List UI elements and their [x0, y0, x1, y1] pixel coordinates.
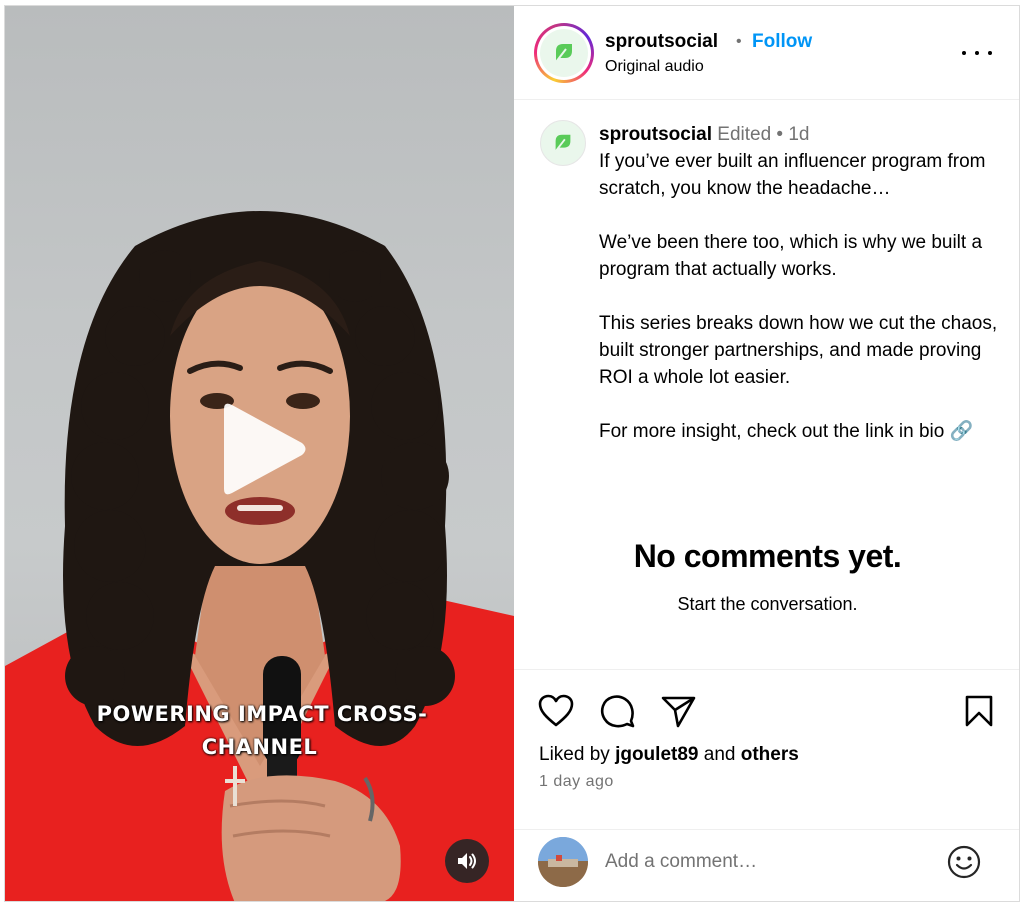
post-age[interactable]: 1d [788, 124, 809, 145]
video-caption-line: POWERING IMPACT CROSS- [96, 702, 428, 726]
video-caption-line: CHANNEL [201, 735, 318, 759]
caption-username[interactable]: sproutsocial [599, 124, 712, 145]
current-user-avatar[interactable] [538, 837, 588, 887]
play-icon [224, 403, 306, 495]
caption-text: sproutsocial Edited • 1d If you’ve ever … [599, 121, 999, 472]
comment-icon[interactable] [600, 694, 636, 730]
follow-button[interactable]: Follow [752, 31, 812, 53]
play-button[interactable] [210, 399, 310, 499]
instagram-post-modal: POWERING IMPACT CROSS- CHANNEL sproutsoc… [4, 5, 1020, 902]
no-comments-subtitle: Start the conversation. [677, 594, 858, 614]
reel-video[interactable]: POWERING IMPACT CROSS- CHANNEL [5, 6, 514, 901]
edited-label: Edited [717, 124, 772, 145]
sprout-logo-icon [555, 44, 572, 63]
caption-avatar[interactable] [540, 120, 586, 166]
comment-input[interactable] [605, 848, 925, 876]
caption-paragraph: If you’ve ever built an influencer progr… [599, 151, 986, 199]
audio-link[interactable]: Original audio [605, 58, 704, 76]
sprout-logo-icon [554, 134, 571, 152]
post-header: sproutsocial • Follow Original audio [514, 6, 1019, 100]
post-timestamp[interactable]: 1 day ago [539, 773, 614, 791]
speaker-icon [458, 853, 476, 869]
liked-by-user[interactable]: jgoulet89 [615, 744, 698, 765]
heart-icon[interactable] [538, 694, 574, 728]
liked-and: and [703, 744, 736, 765]
no-comments-title: No comments yet. [633, 538, 902, 574]
liked-prefix: Liked by [539, 744, 610, 765]
avatar-photo [538, 837, 588, 887]
video-caption: POWERING IMPACT CROSS- CHANNEL [5, 698, 514, 764]
meta-dot: • [776, 124, 784, 145]
mute-button[interactable] [445, 839, 489, 883]
more-options-icon[interactable] [962, 43, 992, 63]
author-avatar[interactable] [534, 23, 594, 83]
separator-dot: • [736, 33, 742, 50]
liked-others-link[interactable]: others [741, 744, 799, 765]
post-actions: Liked by jgoulet89 and others 1 day ago [514, 669, 1019, 829]
caption-paragraph: This series breaks down how we cut the c… [599, 313, 998, 388]
author-username[interactable]: sproutsocial [605, 31, 718, 53]
caption-paragraph: We’ve been there too, which is why we bu… [599, 232, 983, 280]
post-details-panel: sproutsocial • Follow Original audio spr… [514, 6, 1019, 901]
emoji-icon[interactable] [946, 844, 982, 880]
comment-composer [514, 829, 1019, 901]
bookmark-icon[interactable] [964, 694, 994, 728]
likes-summary: Liked by jgoulet89 and others [539, 744, 799, 766]
post-caption-section: sproutsocial Edited • 1d If you’ve ever … [514, 101, 1019, 669]
caption-paragraph: For more insight, check out the link in … [599, 421, 974, 442]
send-icon[interactable] [661, 695, 697, 729]
